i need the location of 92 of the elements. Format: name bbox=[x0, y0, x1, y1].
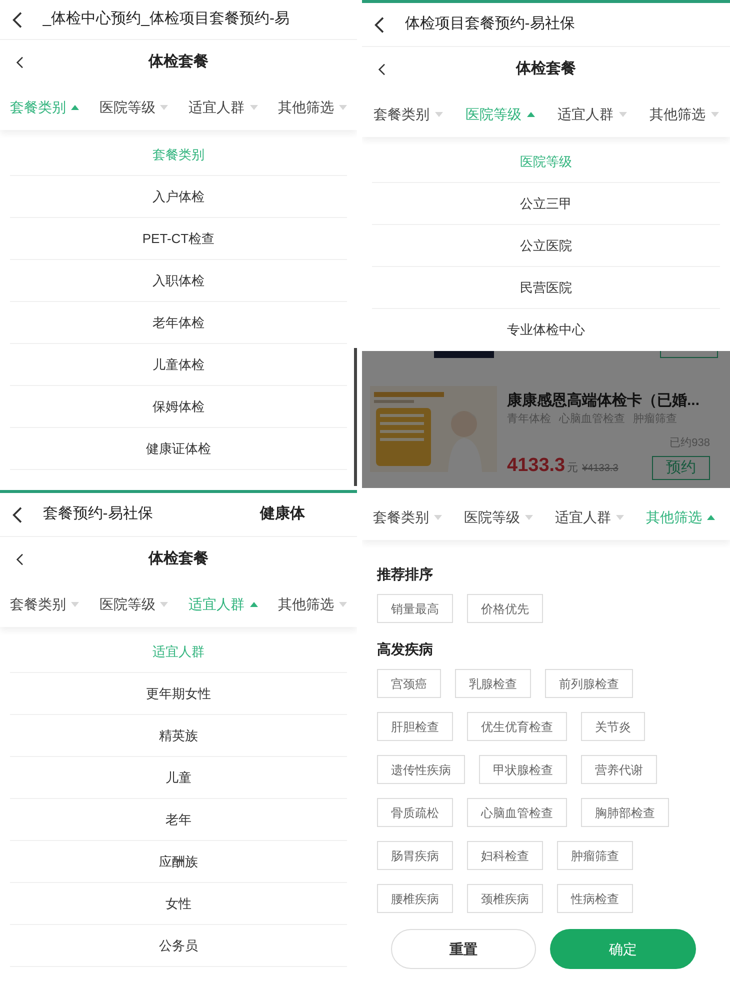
menu-item[interactable]: 公立三甲 bbox=[372, 182, 720, 225]
menu-item[interactable]: 公立医院 bbox=[372, 224, 720, 267]
filter-tab[interactable]: 其他筛选 bbox=[650, 104, 718, 125]
filter-chip[interactable]: 前列腺检查 bbox=[545, 669, 633, 698]
menu-item[interactable]: PET-CT检查 bbox=[10, 218, 347, 260]
caret-down-icon bbox=[250, 105, 258, 110]
caret-down-icon bbox=[710, 112, 718, 117]
filter-tab[interactable]: 医院等级 bbox=[99, 594, 168, 615]
filter-tab[interactable]: 其他筛选 bbox=[278, 97, 347, 118]
menu-item[interactable]: 更年期女性 bbox=[10, 673, 347, 715]
filter-chip[interactable]: 优生优育检查 bbox=[467, 712, 567, 741]
filter-tab[interactable]: 医院等级 bbox=[99, 97, 168, 118]
button-edge bbox=[660, 350, 718, 358]
caret-down-icon bbox=[434, 112, 442, 117]
filter-chip[interactable]: 妇科检查 bbox=[467, 841, 543, 870]
caret-up-icon bbox=[71, 105, 80, 110]
caret-up-icon bbox=[250, 602, 258, 607]
back-icon[interactable] bbox=[374, 16, 385, 34]
filter-chip[interactable]: 营养代谢 bbox=[581, 755, 657, 784]
caret-down-icon bbox=[160, 105, 168, 110]
price-unit: 元 bbox=[567, 460, 578, 476]
filter-tab[interactable]: 医院等级 bbox=[464, 507, 533, 528]
back-icon[interactable] bbox=[12, 10, 23, 28]
filter-chip[interactable]: 销量最高 bbox=[377, 594, 453, 623]
caret-down-icon bbox=[525, 515, 533, 520]
filter-tab[interactable]: 其他筛选 bbox=[278, 594, 347, 615]
section-title: 高发疾病 bbox=[377, 640, 434, 658]
back-icon[interactable] bbox=[12, 506, 23, 524]
filter-chip[interactable]: 乳腺检查 bbox=[455, 669, 531, 698]
menu-item[interactable]: 健康证体检 bbox=[10, 428, 347, 470]
menu-item[interactable]: 老年 bbox=[10, 799, 347, 841]
caret-down-icon bbox=[618, 112, 626, 117]
back-icon[interactable] bbox=[16, 56, 24, 69]
browser-title: 体检项目套餐预约-易社保 bbox=[404, 14, 575, 34]
filter-chip[interactable]: 甲状腺检查 bbox=[479, 755, 567, 784]
filter-chip[interactable]: 宫颈癌 bbox=[377, 669, 441, 698]
menu-item[interactable]: 入职体检 bbox=[10, 260, 347, 302]
section-title: 推荐排序 bbox=[377, 564, 434, 584]
page-title: 体检套餐 bbox=[516, 59, 576, 80]
menu-item[interactable]: 应酬族 bbox=[10, 841, 347, 883]
menu-item[interactable]: 老年体检 bbox=[10, 302, 347, 344]
caret-down-icon bbox=[71, 602, 80, 607]
filter-tab[interactable]: 套餐类别 bbox=[373, 507, 442, 528]
page-title: 体检套餐 bbox=[148, 52, 208, 72]
browser-title: 健康体 bbox=[260, 504, 305, 524]
menu-item[interactable]: 保姆体检 bbox=[10, 386, 347, 428]
page-title: 体检套餐 bbox=[148, 549, 208, 570]
filter-chip[interactable]: 关节炎 bbox=[581, 712, 645, 741]
menu-header: 套餐类别 bbox=[10, 134, 347, 176]
filter-chip[interactable]: 肠胃疾病 bbox=[377, 841, 453, 870]
caret-down-icon bbox=[338, 105, 347, 110]
filter-chip[interactable]: 性病检查 bbox=[557, 884, 633, 913]
filter-chip[interactable]: 颈椎疾病 bbox=[467, 884, 543, 913]
filter-chip[interactable]: 遗传性疾病 bbox=[377, 755, 465, 784]
caret-down-icon bbox=[616, 515, 624, 520]
original-price: ¥4133.3 bbox=[582, 462, 618, 476]
card-title: 康康感恩高端体检卡（已婚... bbox=[507, 392, 701, 410]
menu-item[interactable]: 儿童体检 bbox=[10, 344, 347, 386]
caret-down-icon bbox=[434, 515, 442, 520]
filter-chip[interactable]: 肝胆检查 bbox=[377, 712, 453, 741]
caret-down-icon bbox=[160, 602, 168, 607]
price: 4133.3 bbox=[507, 454, 566, 478]
back-icon[interactable] bbox=[378, 63, 386, 76]
filter-tab[interactable]: 套餐类别 bbox=[374, 104, 442, 125]
caret-down-icon bbox=[338, 602, 347, 607]
filter-tab[interactable]: 适宜人群 bbox=[188, 97, 258, 118]
menu-item[interactable]: 儿童 bbox=[10, 757, 347, 799]
filter-tab[interactable]: 适宜人群 bbox=[555, 507, 624, 528]
browser-title: 套餐预约-易社保 bbox=[42, 504, 153, 524]
menu-item[interactable]: 公务员 bbox=[10, 925, 347, 967]
menu-item[interactable]: 民营医院 bbox=[372, 266, 720, 309]
menu-item[interactable]: 入户体检 bbox=[10, 176, 347, 218]
scroll-bar[interactable] bbox=[354, 348, 357, 486]
back-icon[interactable] bbox=[16, 553, 24, 566]
menu-item[interactable]: 专业体检中心 bbox=[372, 308, 720, 351]
menu-header: 适宜人群 bbox=[10, 631, 347, 673]
filter-tab[interactable]: 适宜人群 bbox=[558, 104, 626, 125]
filter-chip[interactable]: 骨质疏松 bbox=[377, 798, 453, 827]
menu-item[interactable]: 精英族 bbox=[10, 715, 347, 757]
filter-chip[interactable]: 肿瘤筛查 bbox=[557, 841, 633, 870]
image-edge bbox=[434, 350, 494, 358]
browser-title: _体检中心预约_体检项目套餐预约-易 bbox=[42, 9, 290, 30]
caret-up-icon bbox=[526, 112, 534, 117]
menu-header: 医院等级 bbox=[372, 140, 720, 183]
menu-item[interactable]: 女性 bbox=[10, 883, 347, 925]
reset-button[interactable]: 重置 bbox=[391, 929, 536, 969]
filter-chip[interactable]: 价格优先 bbox=[467, 594, 543, 623]
filter-chip[interactable]: 心脑血管检查 bbox=[467, 798, 567, 827]
filter-chip[interactable]: 腰椎疾病 bbox=[377, 884, 453, 913]
caret-up-icon bbox=[707, 515, 715, 520]
filter-chip[interactable]: 胸肺部检查 bbox=[581, 798, 669, 827]
filter-tab[interactable]: 套餐类别 bbox=[10, 594, 80, 615]
